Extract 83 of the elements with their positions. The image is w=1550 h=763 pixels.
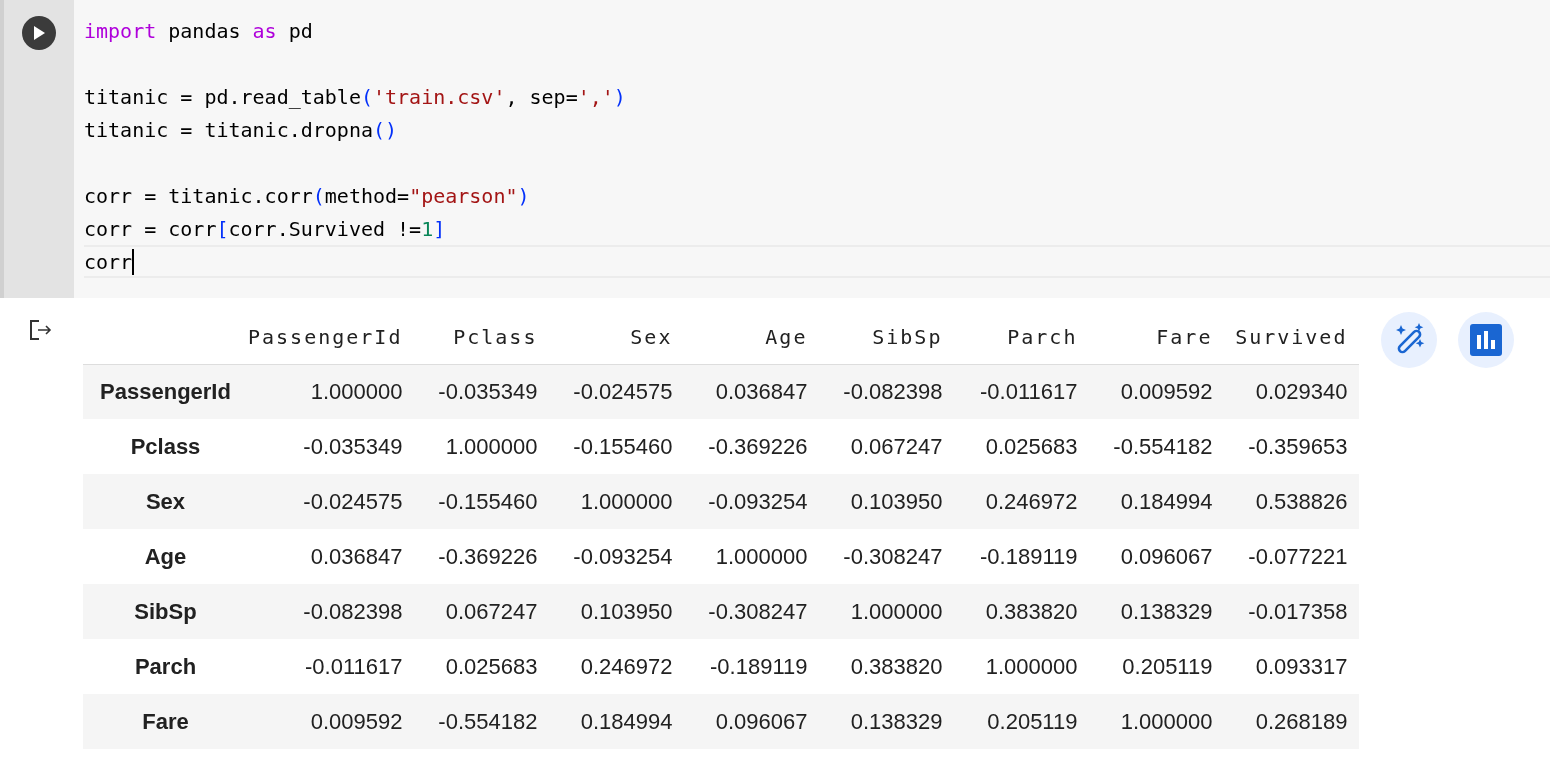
table-cell: 1.000000 (1089, 694, 1225, 749)
table-cell: -0.308247 (684, 584, 820, 639)
table-cell: -0.369226 (414, 529, 550, 584)
table-cell: -0.359653 (1224, 419, 1360, 474)
table-cell: -0.082398 (248, 584, 415, 639)
table-cell: 0.246972 (549, 639, 685, 694)
table-cell: 0.067247 (414, 584, 550, 639)
code-line: corr (84, 247, 135, 277)
table-cell: -0.024575 (248, 474, 415, 529)
column-header: SibSp (819, 316, 955, 364)
row-header: PassengerId (83, 364, 248, 419)
table-cell: 0.246972 (954, 474, 1090, 529)
column-header: Sex (549, 316, 685, 364)
table-cell: 0.096067 (684, 694, 820, 749)
table-cell: -0.554182 (1089, 419, 1225, 474)
bar-chart-icon (1470, 324, 1503, 356)
table-cell: 0.029340 (1224, 364, 1360, 419)
column-header: Fare (1089, 316, 1225, 364)
table-cell: 0.009592 (248, 694, 415, 749)
table-cell: -0.093254 (549, 529, 685, 584)
code-line: import pandas as pd (84, 17, 313, 45)
table-cell: -0.369226 (684, 419, 820, 474)
column-header: Survived (1224, 316, 1360, 364)
table-cell: 0.096067 (1089, 529, 1225, 584)
column-header: Pclass (414, 316, 550, 364)
table-cell: -0.035349 (248, 419, 415, 474)
table-cell: 0.025683 (414, 639, 550, 694)
code-line: corr = corr[corr.Survived !=1] (84, 215, 446, 243)
row-header: Age (83, 529, 248, 584)
table-cell: 0.184994 (549, 694, 685, 749)
play-icon (33, 26, 45, 40)
table-cell: -0.155460 (414, 474, 550, 529)
table-cell: 0.383820 (819, 639, 955, 694)
table-cell: -0.024575 (549, 364, 685, 419)
table-cell: 1.000000 (684, 529, 820, 584)
table-cell: 0.103950 (549, 584, 685, 639)
row-header: SibSp (83, 584, 248, 639)
row-header: Parch (83, 639, 248, 694)
table-cell: -0.082398 (819, 364, 955, 419)
table-cell: -0.035349 (414, 364, 550, 419)
row-header: Fare (83, 694, 248, 749)
table-cell: -0.155460 (549, 419, 685, 474)
table-cell: 1.000000 (819, 584, 955, 639)
table-cell: 0.184994 (1089, 474, 1225, 529)
table-cell: -0.017358 (1224, 584, 1360, 639)
text-cursor (132, 248, 135, 275)
table-cell: -0.077221 (1224, 529, 1360, 584)
table-cell: 0.036847 (248, 529, 415, 584)
table-cell: 0.093317 (1224, 639, 1360, 694)
output-icon[interactable] (28, 318, 54, 342)
code-line: titanic = pd.read_table('train.csv', sep=',') (84, 83, 626, 111)
code-line: titanic = titanic.dropna() (84, 116, 398, 144)
table-cell: 0.383820 (954, 584, 1090, 639)
run-button[interactable] (22, 16, 56, 50)
column-header: Parch (954, 316, 1090, 364)
table-cell: -0.189119 (684, 639, 820, 694)
row-header: Pclass (83, 419, 248, 474)
table-cell: 0.067247 (819, 419, 955, 474)
table-cell: 1.000000 (549, 474, 685, 529)
table-cell: 0.138329 (1089, 584, 1225, 639)
table-cell: -0.189119 (954, 529, 1090, 584)
table-cell: 0.138329 (819, 694, 955, 749)
table-cell: 0.205119 (1089, 639, 1225, 694)
table-cell: -0.011617 (248, 639, 415, 694)
table-cell: -0.308247 (819, 529, 955, 584)
table-cell: 0.009592 (1089, 364, 1225, 419)
table-cell: 0.538826 (1224, 474, 1360, 529)
table-cell: 1.000000 (248, 364, 415, 419)
row-header: Sex (83, 474, 248, 529)
table-cell: -0.093254 (684, 474, 820, 529)
table-cell: 1.000000 (954, 639, 1090, 694)
code-line: corr = titanic.corr(method="pearson") (84, 182, 530, 210)
table-cell: 0.268189 (1224, 694, 1360, 749)
column-header: PassengerId (248, 316, 415, 364)
column-header: Age (684, 316, 820, 364)
table-cell: 1.000000 (414, 419, 550, 474)
table-cell: 0.205119 (954, 694, 1090, 749)
table-cell: 0.103950 (819, 474, 955, 529)
table-cell: -0.011617 (954, 364, 1090, 419)
table-cell: 0.025683 (954, 419, 1090, 474)
code-editor[interactable]: import pandas as pd titanic = pd.read_table('train.csv', sep=',') titanic = titanic.dropna() corr = titanic.corr(method="pearson") corr = corr[corr.Survived !=1] corr (74, 0, 1550, 298)
table-cell: 0.036847 (684, 364, 820, 419)
table-cell: -0.554182 (414, 694, 550, 749)
